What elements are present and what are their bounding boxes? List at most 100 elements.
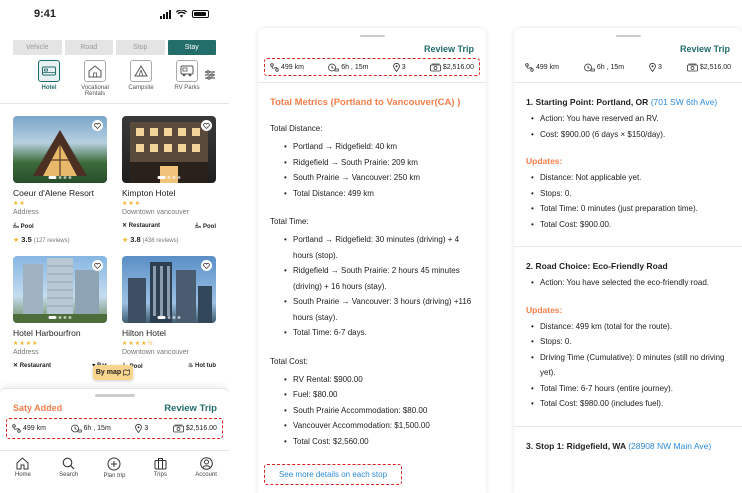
rating-value: 3.8 (130, 235, 141, 244)
carousel-dots (157, 176, 181, 179)
stops-value: 3 (658, 63, 662, 71)
time-metric: 6h , 15m (70, 424, 111, 433)
carousel-dots (157, 316, 181, 319)
hotel-card[interactable]: Hotel Harbourfron ★★★★ Address ✕ Restaur… (13, 256, 107, 370)
tab-account[interactable]: Account (186, 457, 226, 478)
list-item: Stops: 0. (531, 334, 730, 350)
distance-metric: 499 km (12, 424, 46, 433)
hotel-card[interactable]: Hilton Hotel ★★★★½ Downtown vancouver Po… (121, 256, 216, 370)
divider (514, 82, 742, 83)
list-item: Driving Time (Cumulative): 0 minutes (st… (531, 350, 730, 381)
hotel-card[interactable]: Kimpton Hotel ★★★ Downtown vancouver ✕ R… (122, 116, 216, 244)
review-trip-button[interactable]: Review Trip (258, 44, 486, 54)
cost-metric: $2,516.00 (429, 63, 474, 72)
category-label: RV Parks (174, 85, 200, 91)
location-pin-icon (649, 62, 656, 72)
tab-label: Account (195, 472, 217, 478)
amenity: ✕ Restaurant (122, 222, 160, 230)
favorite-icon[interactable] (201, 120, 212, 131)
see-more-details-link[interactable]: See more details on each stop (264, 464, 402, 485)
hotel-amenities: ✕ Restaurant Pool (122, 222, 216, 230)
review-trip-button[interactable]: Review Trip (164, 403, 217, 414)
list-item: Total Time: 6-7 days. (284, 325, 474, 341)
pool-icon (12, 222, 20, 229)
map-icon (123, 369, 130, 376)
stay-added-title: Saty Added (13, 403, 63, 413)
tab-stop[interactable]: Stop (116, 40, 165, 55)
restaurant-icon: ✕ (13, 363, 19, 369)
list-item: Action: You have selected the eco-friend… (531, 275, 730, 291)
sheet-header: Saty Added Review Trip (0, 397, 229, 414)
divider (0, 103, 229, 104)
stops-metric: 3 (135, 424, 148, 433)
list-item: RV Rental: $900.00 (284, 372, 474, 388)
hotel-photo (122, 116, 216, 183)
list-item: South Prairie Accommodation: $80.00 (284, 403, 474, 419)
review-trip-sheet: Review Trip 499 km 6h , 15m 3 $2,516.00 … (258, 28, 486, 493)
list-item: Stops: 0. (531, 186, 730, 202)
favorite-icon[interactable] (201, 260, 212, 271)
updates-list: Distance: 499 km (total for the route). … (514, 319, 742, 412)
category-vocational-rentals[interactable]: Vocational Rentals (72, 60, 118, 97)
tent-icon (130, 60, 152, 82)
step-heading: 2. Road Choice: Eco-Friendly Road (514, 261, 742, 271)
signal-icon (160, 9, 171, 19)
hotel-card[interactable]: Coeur d'Alene Resort ★★ Address Pool ★ 3… (12, 116, 107, 244)
route-icon (270, 62, 279, 72)
list-item: Total Time: 0 minutes (just preparation … (531, 201, 730, 217)
location-pin-icon (392, 62, 400, 72)
list-item: Total Time: 6-7 hours (entire journey). (531, 381, 730, 397)
category-label: Hotel (41, 85, 57, 91)
tab-road[interactable]: Road (64, 40, 113, 55)
distance-metric: 499 km (270, 62, 304, 72)
category-hotel[interactable]: Hotel (26, 60, 72, 91)
distance-metric: 499 km (525, 62, 559, 72)
category-campsite[interactable]: Campsite (118, 60, 164, 91)
tab-search[interactable]: Search (49, 457, 89, 478)
cost-list: RV Rental: $900.00 Fuel: $80.00 South Pr… (258, 372, 486, 450)
step-actions: Action: You have reserved an RV. Cost: $… (514, 111, 742, 142)
step-address-link[interactable]: (701 SW 6th Ave) (651, 97, 717, 107)
cost-metric: $2,516.00 (172, 424, 217, 433)
list-item: Cost: $900.00 (6 days × $150/day). (531, 127, 730, 143)
stay-categories: Hotel Vocational Rentals Campsite RV Par… (0, 60, 229, 97)
step-address-link[interactable]: (28908 NW Main Ave) (628, 441, 711, 451)
by-map-button[interactable]: By map (93, 365, 133, 380)
list-item: Total Cost: $2,560.00 (284, 434, 474, 450)
distance-list: Portland → Ridgefield: 40 km Ridgefield … (258, 139, 486, 201)
search-icon (62, 457, 75, 470)
list-item: Distance: 499 km (total for the route). (531, 319, 730, 335)
tab-trips[interactable]: Trips (140, 457, 180, 478)
hotel-address: Address (13, 349, 39, 356)
amenity-label: Restaurant (19, 363, 52, 369)
wifi-icon (176, 10, 187, 18)
divider (514, 246, 742, 247)
updates-list: Distance: Not applicable yet. Stops: 0. … (514, 170, 742, 232)
hotel-rating: ★ 3.5 (127 reviews) (13, 235, 107, 244)
sheet-handle[interactable] (359, 35, 385, 37)
step-heading: 3. Stop 1: Ridgefield, WA (28908 NW Main… (514, 441, 742, 451)
clock-car-icon (70, 424, 82, 433)
sheet-handle[interactable] (615, 35, 641, 37)
favorite-icon[interactable] (92, 120, 103, 131)
money-icon (686, 63, 698, 71)
tab-plan-trip[interactable]: Plan trip (94, 457, 134, 479)
hotel-stars: ★★★★ (13, 341, 39, 347)
tab-home[interactable]: Home (3, 457, 43, 478)
cost-value: $2,516.00 (699, 63, 731, 71)
time-list: Portland → Ridgefield: 30 minutes (drivi… (258, 232, 486, 341)
tab-label: Home (14, 472, 31, 478)
cost-value: $2,516.00 (185, 425, 217, 432)
section-heading: Total Time: (270, 217, 309, 226)
list-item: South Prairie → Vancouver: 250 km (284, 170, 474, 186)
amenity: ✕ Restaurant (13, 362, 51, 369)
star-icon: ★ (122, 237, 129, 244)
review-trip-button[interactable]: Review Trip (514, 44, 742, 54)
tab-vehicle[interactable]: Vehicle (13, 40, 62, 55)
hotel-name: Hotel Harbourfron (13, 328, 81, 338)
trip-metrics: 499 km 6h , 15m 3 $2,516.00 (520, 58, 736, 76)
section-heading: Total Cost: (270, 356, 308, 366)
favorite-icon[interactable] (92, 260, 103, 271)
filter-icon[interactable] (204, 69, 216, 81)
tab-stay[interactable]: Stay (167, 40, 216, 55)
